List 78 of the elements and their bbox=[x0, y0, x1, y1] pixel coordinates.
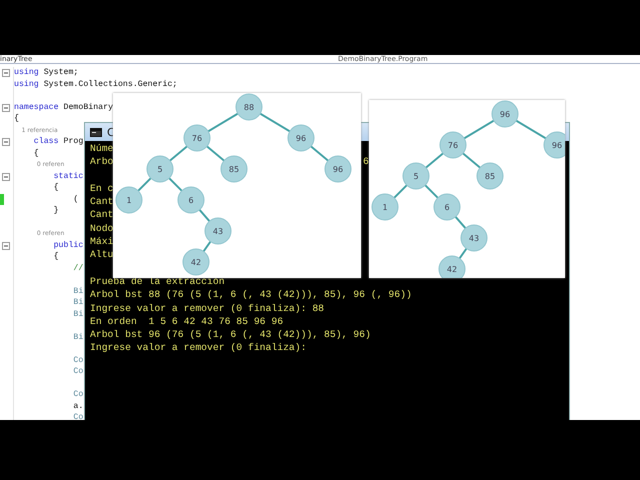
tree-node: 43 bbox=[204, 218, 232, 244]
collapse-icon[interactable] bbox=[2, 172, 10, 180]
console-text: Nodo bbox=[90, 222, 114, 234]
tree-node: 6 bbox=[178, 186, 204, 214]
tree-edge bbox=[454, 216, 466, 229]
console-text: En orden 1 5 6 42 43 76 85 96 96 bbox=[90, 316, 284, 327]
code-line: Bi bbox=[72, 308, 84, 320]
collapse-icon[interactable] bbox=[2, 104, 10, 112]
tree-edge bbox=[198, 209, 210, 222]
code-line: { bbox=[14, 113, 19, 124]
tree-node: 42 bbox=[182, 248, 210, 276]
console-text: Ingrese valor a remover (0 finaliza): bbox=[90, 342, 306, 354]
tree-edge bbox=[424, 184, 439, 199]
tree-node: 76 bbox=[184, 124, 210, 152]
tree-node: 96 bbox=[324, 156, 352, 182]
tree-node: 5 bbox=[402, 162, 430, 190]
console-text: Altu bbox=[90, 249, 114, 260]
code-line: Co bbox=[72, 354, 84, 366]
tree-edge bbox=[137, 177, 152, 192]
console-text: Núme bbox=[90, 143, 114, 154]
code-line: ( bbox=[72, 194, 78, 205]
tree-edge bbox=[464, 120, 494, 140]
code-line: namespace DemoBinary bbox=[14, 102, 114, 113]
collapse-icon[interactable] bbox=[2, 242, 10, 250]
code-line: { bbox=[32, 148, 39, 159]
code-line: Bi bbox=[72, 297, 84, 308]
code-line: static bbox=[52, 170, 84, 182]
console-text: En c bbox=[90, 182, 114, 194]
tree-node: 1 bbox=[116, 186, 142, 214]
code-line: // bbox=[72, 262, 84, 274]
tree-edge bbox=[425, 152, 444, 168]
tree-node: 85 bbox=[220, 156, 248, 182]
tree-node: 96 bbox=[544, 132, 565, 158]
console-text: Cant bbox=[90, 209, 114, 220]
console-text: Máxi bbox=[90, 236, 114, 248]
console-icon bbox=[90, 128, 102, 136]
code-line: Co bbox=[72, 389, 84, 400]
tree-edge bbox=[206, 146, 225, 162]
tree-node: 6 bbox=[434, 194, 460, 220]
tree-edge bbox=[260, 112, 290, 132]
code-line: Bi bbox=[72, 332, 84, 343]
tree-edge bbox=[516, 120, 546, 140]
tree-node: 76 bbox=[440, 132, 466, 158]
tree-edge bbox=[169, 146, 188, 162]
tree-node: 43 bbox=[460, 224, 488, 252]
code-line: } bbox=[52, 205, 59, 216]
code-line: using System.Collections.Generic; bbox=[14, 78, 178, 90]
tree-node: 42 bbox=[438, 256, 466, 278]
collapse-icon[interactable] bbox=[2, 138, 10, 146]
tree-edge bbox=[310, 146, 329, 162]
tree-edge bbox=[458, 248, 468, 259]
console-text: 6 bbox=[363, 155, 369, 169]
code-line: { bbox=[52, 182, 59, 194]
code-line: public bbox=[52, 240, 84, 251]
console-text: Arbol bst 88 (76 (5 (1, 6 (, 43 (42))), 85), 96 (, 96)) bbox=[90, 289, 412, 300]
console-text: Ingrese valor a remover (0 finaliza): 88 bbox=[90, 302, 324, 314]
code-line: Co bbox=[72, 366, 84, 378]
tree-edge bbox=[393, 184, 408, 199]
tree-edge bbox=[202, 241, 212, 252]
code-line: Bi bbox=[72, 286, 84, 297]
tree-node: 1 bbox=[372, 194, 398, 220]
tree-edge bbox=[208, 112, 238, 132]
code-line: { bbox=[52, 251, 59, 262]
console-text: Arbo bbox=[90, 156, 114, 168]
code-line: class Prog bbox=[32, 136, 84, 148]
tree-node: 96 bbox=[492, 100, 518, 128]
collapse-icon[interactable] bbox=[2, 69, 10, 77]
tree-node: 5 bbox=[146, 156, 174, 182]
code-line: using System; bbox=[14, 67, 78, 78]
code-line: a. bbox=[72, 400, 84, 412]
tree-node: 85 bbox=[476, 162, 504, 190]
console-text: Arbol bst 96 (76 (5 (1, 6 (, 43 (42))), 85), 96) bbox=[90, 329, 371, 340]
tree-node: 96 bbox=[288, 124, 314, 152]
tree-edge bbox=[168, 177, 183, 192]
tree-edge bbox=[462, 152, 481, 168]
code-line: Co bbox=[72, 412, 84, 420]
console-text: Cant bbox=[90, 196, 114, 208]
tree-node: 88 bbox=[236, 94, 262, 120]
